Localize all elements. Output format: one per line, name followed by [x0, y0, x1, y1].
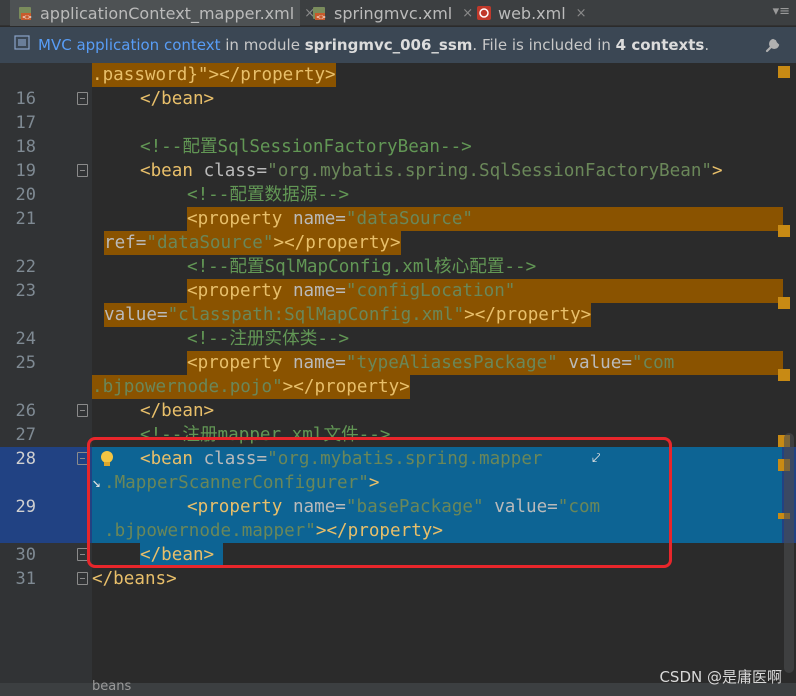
line-number: 28 — [15, 449, 36, 469]
watermark-text: CSDN @是庸医啊 — [659, 668, 782, 686]
code-line[interactable]: 20 <!--配置数据源--> — [0, 183, 796, 207]
line-number: 21 — [15, 209, 36, 229]
code-comment: <!--配置SqlSessionFactoryBean--> — [140, 137, 472, 157]
code-line[interactable]: 31 </beans> — [0, 567, 796, 591]
tab-label: applicationContext_mapper.xml — [40, 3, 295, 23]
code-line[interactable]: .password}"></property> — [0, 63, 796, 87]
code-text: ref="dataSource"></property> — [104, 231, 401, 255]
context-notification-bar: MVC application context in module spring… — [0, 27, 796, 63]
code-text: <property name="dataSource" — [187, 209, 474, 229]
warning-marker[interactable] — [778, 66, 790, 78]
code-line[interactable]: 23 <property name="configLocation" — [0, 279, 796, 309]
context-link[interactable]: MVC application context — [38, 36, 221, 54]
line-number: 27 — [15, 425, 36, 445]
xml-file-icon: <> — [312, 5, 328, 21]
infobar-text: in module — [220, 36, 305, 54]
fold-icon[interactable] — [77, 404, 88, 417]
line-number: 24 — [15, 329, 36, 349]
line-number: 26 — [15, 401, 36, 421]
code-text: .bjpowernode.pojo"></property> — [92, 375, 410, 399]
code-text: value="classpath:SqlMapConfig.xml"></pro… — [104, 303, 592, 327]
line-number: 18 — [15, 137, 36, 157]
code-text: </beans> — [92, 569, 177, 589]
xml-file-icon: <> — [18, 5, 34, 21]
code-line[interactable]: 16 </bean> — [0, 87, 796, 111]
svg-text:<>: <> — [22, 14, 32, 21]
line-number: 17 — [15, 113, 36, 133]
infobar-text: . File is included in — [472, 36, 616, 54]
code-text: </bean> — [140, 401, 215, 421]
code-text: <property name="typeAliasesPackage" valu… — [187, 353, 675, 373]
line-number: 30 — [15, 545, 36, 565]
code-text: </bean> — [140, 89, 215, 109]
svg-text:<>: <> — [316, 14, 326, 21]
line-number: 23 — [15, 281, 36, 301]
code-line-wrap[interactable]: .bjpowernode.pojo"></property> — [0, 375, 796, 399]
code-text: <property name="configLocation" — [187, 281, 516, 301]
line-number: 31 — [15, 569, 36, 589]
spring-context-icon — [14, 35, 32, 55]
code-line[interactable]: 18 <!--配置SqlSessionFactoryBean--> — [0, 135, 796, 159]
line-number: 29 — [15, 497, 36, 517]
breadcrumb[interactable]: beans — [92, 679, 131, 694]
fold-icon[interactable] — [77, 92, 88, 105]
code-text: .password}"></property> — [92, 63, 336, 87]
module-name: springmvc_006_ssm — [304, 36, 473, 54]
context-count: 4 contexts — [615, 36, 705, 54]
line-number: 19 — [15, 161, 36, 181]
code-comment: <!--注册实体类--> — [187, 329, 350, 349]
tab-applicationcontext-mapper-xml[interactable]: <> applicationContext_mapper.xml × — [10, 0, 315, 26]
tab-label: springmvc.xml — [334, 3, 453, 23]
code-editor[interactable]: .password}"></property> 16 </bean> 17 18… — [0, 63, 796, 683]
code-line[interactable]: 19 <bean class="org.mybatis.spring.SqlSe… — [0, 159, 796, 183]
tab-springmvc-xml[interactable]: <> springmvc.xml × — [304, 0, 473, 26]
vertical-scrollbar[interactable] — [784, 433, 794, 673]
line-number: 22 — [15, 257, 36, 277]
code-line[interactable]: 22 <!--配置SqlMapConfig.xml核心配置--> — [0, 255, 796, 279]
code-line-wrap[interactable]: ref="dataSource"></property> — [0, 231, 796, 255]
tab-web-xml[interactable]: web.xml × — [470, 0, 590, 26]
code-comment: <!--配置数据源--> — [187, 185, 350, 205]
line-number: 25 — [15, 353, 36, 373]
code-line[interactable]: 17 — [0, 111, 796, 135]
code-line[interactable]: 21 <property name="dataSource" — [0, 207, 796, 237]
editor-tab-bar: <> applicationContext_mapper.xml × <> sp… — [0, 0, 796, 26]
line-number: 16 — [15, 89, 36, 109]
code-line-wrap[interactable]: value="classpath:SqlMapConfig.xml"></pro… — [0, 303, 796, 327]
web-xml-file-icon — [476, 5, 492, 21]
fold-icon[interactable] — [77, 164, 88, 177]
code-line[interactable]: 24 <!--注册实体类--> — [0, 327, 796, 351]
line-number: 20 — [15, 185, 36, 205]
code-comment: <!--配置SqlMapConfig.xml核心配置--> — [187, 257, 537, 277]
wrench-icon[interactable] — [764, 36, 782, 58]
tab-overflow-menu-icon[interactable]: ▾≡ — [773, 4, 790, 19]
red-annotation-box — [87, 437, 672, 568]
infobar-text: . — [704, 36, 710, 54]
fold-icon[interactable] — [77, 572, 88, 585]
code-text: <bean class="org.mybatis.spring.SqlSessi… — [140, 161, 723, 181]
close-tab-icon[interactable]: × — [576, 6, 587, 21]
code-line[interactable]: 26 </bean> — [0, 399, 796, 423]
code-line[interactable]: 25 <property name="typeAliasesPackage" v… — [0, 351, 796, 381]
tab-label: web.xml — [498, 3, 566, 23]
